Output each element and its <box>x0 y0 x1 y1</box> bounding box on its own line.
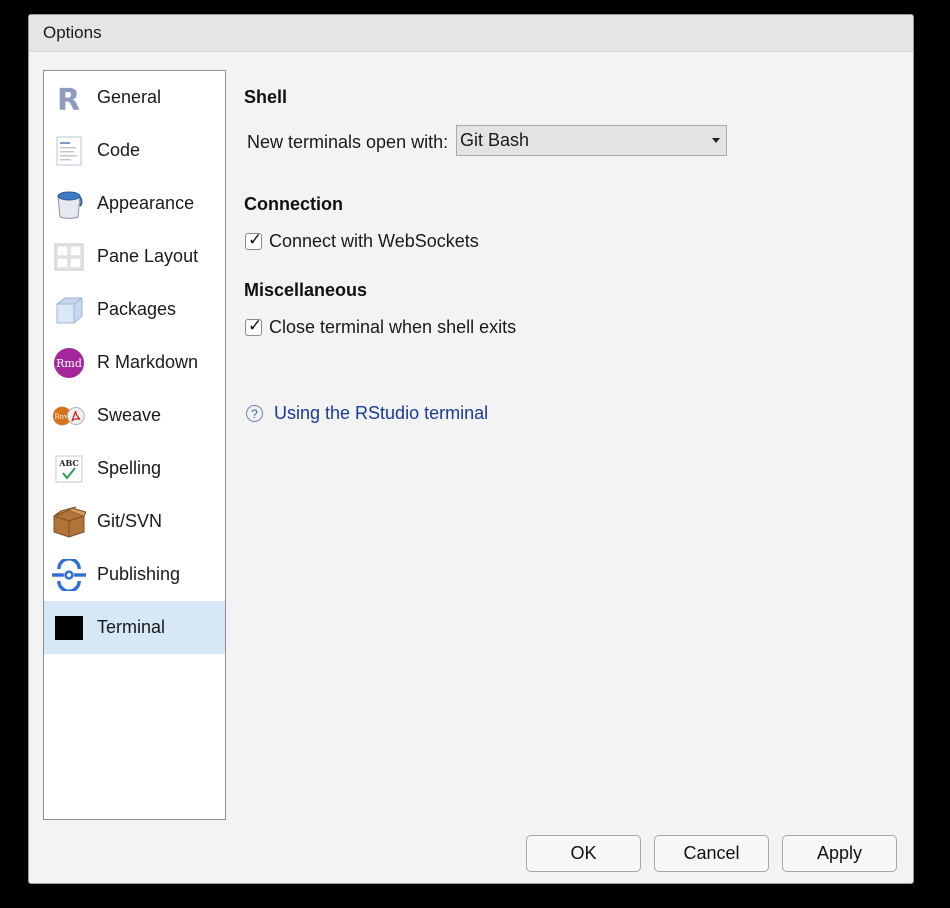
sidebar-item-label: Pane Layout <box>97 246 199 266</box>
svg-text:R: R <box>57 83 80 113</box>
terminal-help-link[interactable]: ? Using the RStudio terminal <box>246 403 488 424</box>
help-link-label: Using the RStudio terminal <box>274 403 489 423</box>
sidebar-item-publishing[interactable]: Publishing <box>44 548 225 601</box>
sidebar-item-label: Terminal <box>97 617 166 637</box>
shell-select-value: Git Bash <box>460 130 530 150</box>
sidebar-item-label: Code <box>97 140 141 160</box>
sidebar-item-packages[interactable]: Packages <box>44 283 225 336</box>
sidebar-item-label: R Markdown <box>97 352 199 372</box>
sidebar-item-terminal[interactable]: Terminal <box>44 601 225 654</box>
title-bar: Options <box>29 15 913 52</box>
websockets-checkbox-row[interactable]: ✓ Connect with WebSockets <box>245 230 479 252</box>
options-sidebar: R General Code Appearance Pane Layout Pa… <box>43 70 226 820</box>
publishing-icon <box>52 558 86 592</box>
sidebar-item-label: Packages <box>97 299 177 319</box>
sidebar-item-label: Appearance <box>97 193 195 213</box>
checkmark-icon: ✓ <box>248 230 263 249</box>
section-title-connection: Connection <box>244 194 343 214</box>
r-logo-icon: R <box>52 81 86 115</box>
ok-button[interactable]: OK <box>526 835 641 872</box>
close-terminal-checkbox[interactable]: ✓ <box>245 316 263 336</box>
new-terminals-label: New terminals open with: <box>247 132 449 152</box>
sidebar-item-spelling[interactable]: ABC Spelling <box>44 442 225 495</box>
sidebar-item-pane-layout[interactable]: Pane Layout <box>44 230 225 283</box>
sidebar-item-sweave[interactable]: Rnw Sweave <box>44 389 225 442</box>
shell-select[interactable]: Git Bash <box>456 125 727 156</box>
apply-button[interactable]: Apply <box>782 835 897 872</box>
sidebar-item-label: Spelling <box>97 458 162 478</box>
websockets-checkbox[interactable]: ✓ <box>245 230 263 250</box>
svg-text:ABC: ABC <box>58 458 78 468</box>
code-document-icon <box>52 134 86 168</box>
sidebar-item-general[interactable]: R General <box>44 71 225 124</box>
svg-text:Rmd: Rmd <box>56 357 82 370</box>
sidebar-item-label: Publishing <box>97 564 181 584</box>
options-dialog: Options R General Code Appearance Pane L… <box>28 14 914 884</box>
sidebar-item-label: Git/SVN <box>97 511 163 531</box>
sidebar-item-appearance[interactable]: Appearance <box>44 177 225 230</box>
paint-bucket-icon <box>52 187 86 221</box>
window-title: Options <box>43 23 102 42</box>
terminal-icon <box>52 611 86 645</box>
sidebar-item-git-svn[interactable]: Git/SVN <box>44 495 225 548</box>
websockets-label: Connect with WebSockets <box>269 231 479 251</box>
spelling-abc-icon: ABC <box>52 452 86 486</box>
package-cube-icon <box>52 293 86 327</box>
sidebar-item-label: Sweave <box>97 405 162 425</box>
rmd-icon: Rmd <box>52 346 86 380</box>
sweave-icon: Rnw <box>52 399 86 433</box>
chevron-down-icon <box>712 138 720 143</box>
checkmark-icon: ✓ <box>248 316 263 335</box>
cancel-button[interactable]: Cancel <box>654 835 769 872</box>
sidebar-item-label: General <box>97 87 162 107</box>
question-circle-icon: ? <box>246 405 263 422</box>
close-terminal-checkbox-row[interactable]: ✓ Close terminal when shell exits <box>245 316 517 338</box>
sidebar-item-r-markdown[interactable]: Rmd R Markdown <box>44 336 225 389</box>
pane-layout-icon <box>52 240 86 274</box>
git-box-icon <box>52 505 86 539</box>
close-terminal-label: Close terminal when shell exits <box>269 317 517 337</box>
section-title-shell: Shell <box>244 87 288 107</box>
section-title-miscellaneous: Miscellaneous <box>244 280 368 300</box>
sidebar-item-code[interactable]: Code <box>44 124 225 177</box>
